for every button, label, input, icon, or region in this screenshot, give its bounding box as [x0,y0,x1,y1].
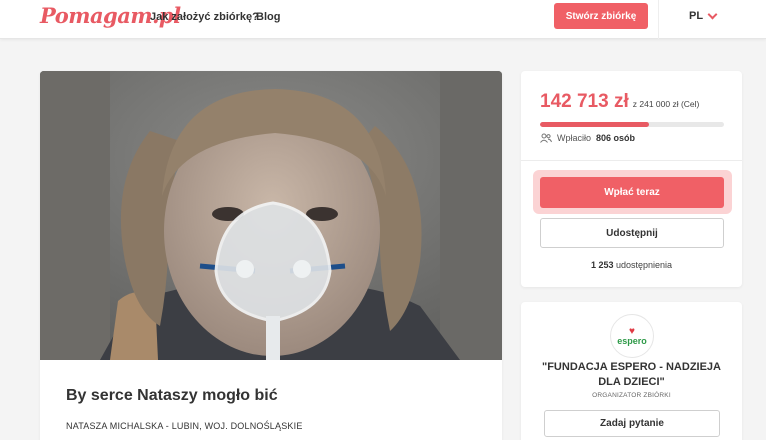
shares-number: 1 253 [590,260,614,270]
nav-blog[interactable]: Blog [256,11,280,23]
organizer-logo-text: espero [617,335,647,346]
donate-now-button[interactable]: Wpłać teraz [540,177,724,208]
organizer-role: ORGANIZATOR ZBIÓRKI [592,392,671,399]
campaign-card: By serce Nataszy mogło bić NATASZA MICHA… [40,71,502,440]
organizer-card: ♥ espero "FUNDACJA ESPERO - NADZIEJA DLA… [521,302,742,440]
ask-question-button[interactable]: Zadaj pytanie [544,410,720,437]
nav-how-to-create[interactable]: Jak założyć zbiórkę? [150,11,259,23]
create-fundraiser-button[interactable]: Stwórz zbiórkę [554,3,648,29]
shares-count: 1 253 udostępnienia [521,260,742,270]
people-icon [540,133,552,143]
language-selector[interactable]: PL [689,9,718,22]
campaign-photo[interactable] [40,71,502,360]
divider [658,0,659,39]
shares-suffix: udostępnienia [615,260,673,270]
share-button[interactable]: Udostępnij [540,218,724,248]
donors-count: Wpłaciło 806 osób [540,133,635,143]
donors-number: 806 osób [596,133,636,143]
organizer-name[interactable]: "FUNDACJA ESPERO - NADZIEJA DLA DZIECI" [535,360,728,390]
amount-raised: 142 713 zł z 241 000 zł (Cel) [540,91,699,113]
amount-goal: z 241 000 zł (Cel) [632,99,700,109]
top-navbar: Pomagam.pl Jak założyć zbiórkę? Blog Stw… [0,0,766,39]
chevron-down-icon [707,9,718,19]
progress-bar [540,122,724,127]
donation-card: 142 713 zł z 241 000 zł (Cel) Wpłaciło 8… [521,71,742,287]
child-with-inhaler-mask-image [40,71,502,360]
heart-icon: ♥ [629,325,635,337]
progress-fill [540,122,649,127]
language-label: PL [689,10,704,22]
donors-prefix: Wpłaciło [557,133,592,143]
divider [521,160,742,161]
amount-raised-value: 142 713 zł [540,91,629,112]
organizer-logo[interactable]: ♥ espero [610,314,654,358]
campaign-title: By serce Nataszy mogło bić [66,387,278,404]
campaign-organizer-location: NATASZA MICHALSKA - LUBIN, WOJ. DOLNOŚLĄ… [66,421,303,431]
